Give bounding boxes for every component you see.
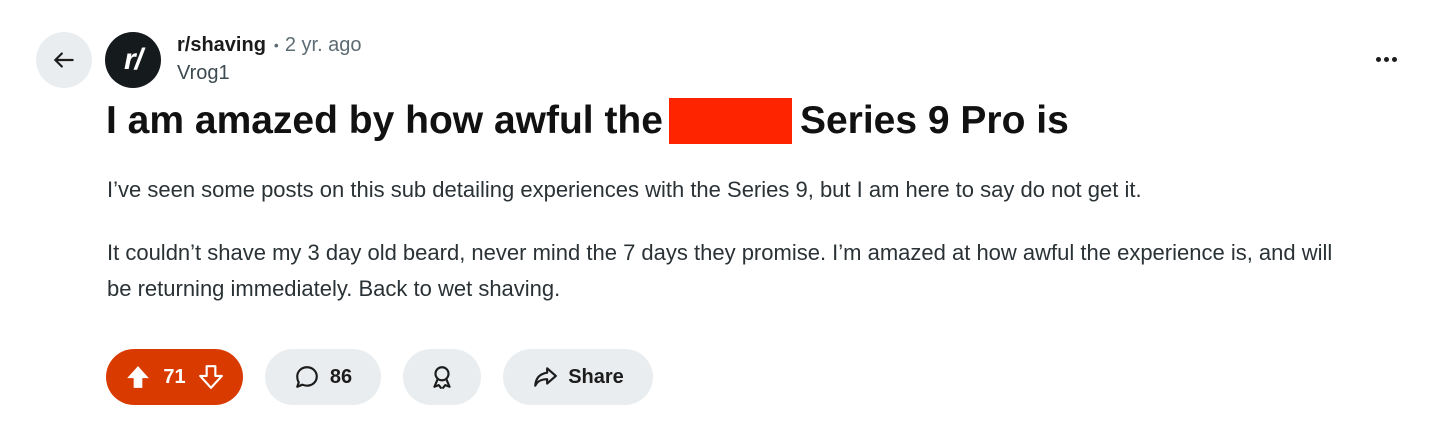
- redaction-box: [668, 98, 792, 144]
- post-body: I’ve seen some posts on this sub detaili…: [107, 172, 1357, 334]
- post-title-before: I am amazed by how awful the: [106, 99, 663, 142]
- upvote-arrow-icon[interactable]: [125, 364, 151, 390]
- award-icon: [433, 366, 451, 389]
- downvote-arrow-icon[interactable]: [198, 364, 224, 390]
- more-dot: [1375, 56, 1381, 62]
- comment-count: 86: [329, 365, 353, 388]
- award-button[interactable]: [403, 349, 481, 405]
- comment-bubble-icon: [296, 366, 318, 388]
- comments-button[interactable]: 86: [265, 349, 381, 405]
- arrow-left-icon: [54, 52, 74, 68]
- vote-count: 71: [163, 365, 186, 388]
- vote-control: 71: [106, 349, 243, 405]
- more-dot: [1383, 56, 1389, 62]
- more-dot: [1391, 56, 1397, 62]
- post-paragraph: It couldn’t shave my 3 day old beard, ne…: [107, 240, 1333, 301]
- post-title-after: Series 9 Pro is: [799, 99, 1069, 142]
- share-button[interactable]: Share: [503, 349, 653, 405]
- post-actions: 71 86 Share: [106, 349, 653, 405]
- meta-separator: •: [273, 37, 279, 53]
- author-link[interactable]: Vrog1: [177, 61, 362, 85]
- share-label: Share: [568, 365, 624, 388]
- post-meta: r/shaving • 2 yr. ago Vrog1: [177, 33, 362, 85]
- back-button[interactable]: [36, 32, 92, 88]
- subreddit-avatar-text: r/: [123, 43, 143, 76]
- share-arrow-icon: [534, 367, 558, 387]
- subreddit-link[interactable]: r/shaving: [177, 33, 266, 57]
- post-paragraph: I’ve seen some posts on this sub detaili…: [107, 177, 1142, 202]
- post-timestamp: 2 yr. ago: [284, 34, 362, 56]
- more-options-button[interactable]: [1366, 44, 1406, 74]
- post-title: I am amazed by how awful the Series 9 Pr…: [106, 95, 1069, 147]
- subreddit-avatar[interactable]: r/: [105, 32, 161, 88]
